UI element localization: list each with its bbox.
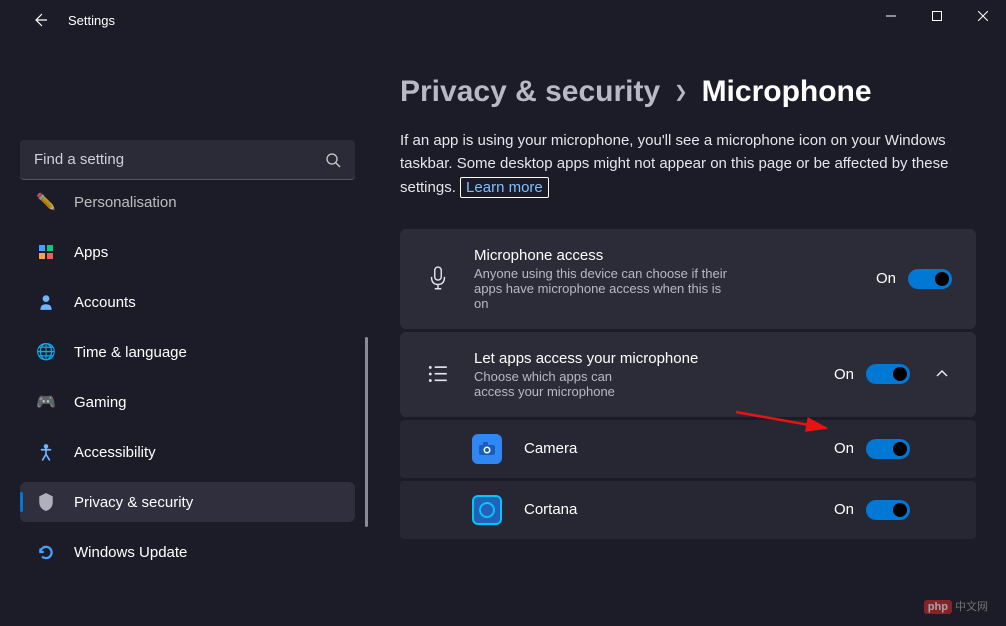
maximize-icon xyxy=(932,11,942,21)
sidebar-item-time-language[interactable]: 🌐 Time & language xyxy=(20,332,355,372)
search-icon xyxy=(325,152,341,168)
breadcrumb-prev[interactable]: Privacy & security xyxy=(400,75,660,109)
toggle-state-label: On xyxy=(876,270,896,287)
minimize-icon xyxy=(886,11,896,21)
app-name: Cortana xyxy=(524,501,812,518)
breadcrumb-current: Microphone xyxy=(702,75,872,109)
nav-scrollbar[interactable] xyxy=(365,337,368,527)
toggle-state-label: On xyxy=(834,501,854,518)
globe-icon: 🌐 xyxy=(36,342,56,362)
camera-app-icon xyxy=(472,434,502,464)
update-icon xyxy=(36,542,56,562)
cortana-app-icon xyxy=(472,495,502,525)
list-icon xyxy=(424,363,452,385)
page-description: If an app is using your microphone, you'… xyxy=(400,129,970,199)
sidebar: ✏️ Personalisation Apps Accounts 🌐 xyxy=(0,40,370,626)
brush-icon: ✏️ xyxy=(36,192,56,212)
window-controls xyxy=(868,0,1006,32)
accessibility-icon xyxy=(36,442,56,462)
main-content: Privacy & security ❯ Microphone If an ap… xyxy=(370,40,1006,626)
sidebar-item-label: Time & language xyxy=(74,344,187,361)
card-let-apps-access[interactable]: Let apps access your microphone Choose w… xyxy=(400,332,976,417)
sidebar-item-label: Privacy & security xyxy=(74,494,193,511)
close-button[interactable] xyxy=(960,0,1006,32)
titlebar-title: Settings xyxy=(68,13,115,28)
sidebar-item-accessibility[interactable]: Accessibility xyxy=(20,432,355,472)
toggle-state-label: On xyxy=(834,366,854,383)
toggle-app-cortana[interactable] xyxy=(866,500,910,520)
card-subtitle: Anyone using this device can choose if t… xyxy=(474,266,734,311)
sidebar-item-privacy-security[interactable]: Privacy & security xyxy=(20,482,355,522)
sidebar-item-label: Accounts xyxy=(74,294,136,311)
watermark: php 中文网 xyxy=(924,598,988,614)
toggle-app-camera[interactable] xyxy=(866,439,910,459)
sidebar-item-label: Accessibility xyxy=(74,444,156,461)
sidebar-item-personalisation[interactable]: ✏️ Personalisation xyxy=(20,192,355,222)
sidebar-item-label: Windows Update xyxy=(74,544,187,561)
toggle-let-apps-access[interactable] xyxy=(866,364,910,384)
breadcrumb: Privacy & security ❯ Microphone xyxy=(400,75,976,109)
maximize-button[interactable] xyxy=(914,0,960,32)
card-title: Let apps access your microphone xyxy=(474,350,812,367)
sidebar-item-label: Apps xyxy=(74,244,108,261)
apps-icon xyxy=(36,242,56,262)
sidebar-item-label: Gaming xyxy=(74,394,127,411)
arrow-left-icon xyxy=(32,12,48,28)
shield-icon xyxy=(36,492,56,512)
chevron-up-icon[interactable] xyxy=(932,365,952,383)
minimize-button[interactable] xyxy=(868,0,914,32)
sidebar-item-label: Personalisation xyxy=(74,194,177,211)
close-icon xyxy=(978,11,988,21)
sidebar-item-apps[interactable]: Apps xyxy=(20,232,355,272)
sidebar-item-windows-update[interactable]: Windows Update xyxy=(20,532,355,572)
user-icon xyxy=(36,292,56,312)
toggle-state-label: On xyxy=(834,440,854,457)
card-microphone-access: Microphone access Anyone using this devi… xyxy=(400,229,976,329)
learn-more-link[interactable]: Learn more xyxy=(460,177,549,198)
app-row-camera: Camera On xyxy=(400,420,976,478)
sidebar-item-gaming[interactable]: 🎮 Gaming xyxy=(20,382,355,422)
chevron-right-icon: ❯ xyxy=(674,82,687,102)
search-box[interactable] xyxy=(20,140,355,180)
search-input[interactable] xyxy=(34,151,325,168)
app-row-cortana: Cortana On xyxy=(400,481,976,539)
toggle-microphone-access[interactable] xyxy=(908,269,952,289)
gamepad-icon: 🎮 xyxy=(36,392,56,412)
titlebar: Settings xyxy=(0,0,1006,40)
microphone-icon xyxy=(424,266,452,292)
back-button[interactable] xyxy=(24,4,56,36)
sidebar-item-accounts[interactable]: Accounts xyxy=(20,282,355,322)
card-title: Microphone access xyxy=(474,247,854,264)
app-name: Camera xyxy=(524,440,812,457)
card-subtitle: Choose which apps can access your microp… xyxy=(474,369,654,399)
